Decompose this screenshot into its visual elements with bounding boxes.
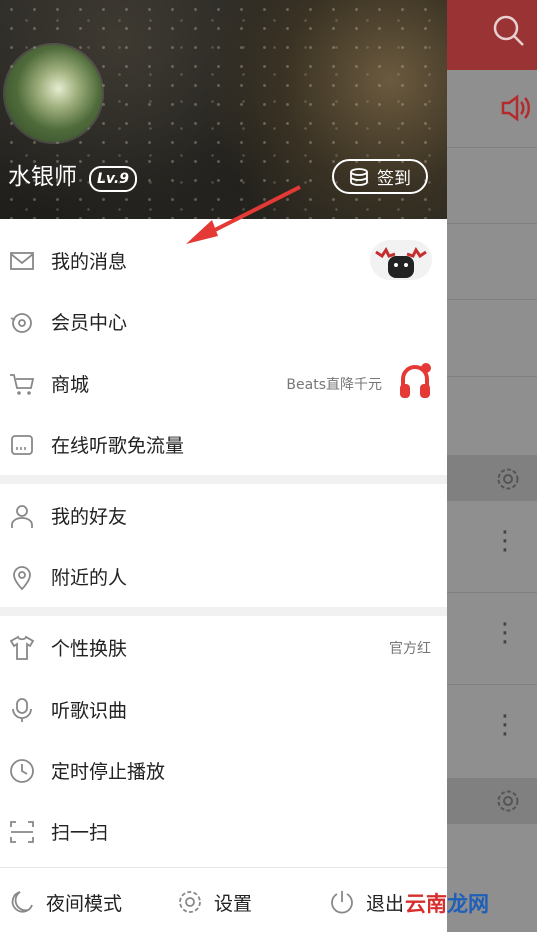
coins-icon	[350, 167, 368, 186]
bottom-bar: 夜间模式 设置 退出	[0, 872, 447, 932]
bg-divider	[447, 592, 537, 593]
more-icon[interactable]: ⋮	[492, 620, 518, 656]
message-mascot-badge[interactable]	[370, 240, 432, 280]
menu-item-label: 会员中心	[51, 312, 128, 334]
bg-divider	[447, 376, 537, 377]
settings-button[interactable]: 设置	[176, 888, 252, 916]
section-separator	[0, 475, 447, 484]
cart-icon	[10, 373, 35, 395]
menu-item-label: 个性换肤	[51, 638, 128, 660]
gear-icon[interactable]	[495, 466, 521, 492]
bg-section-header	[447, 455, 537, 501]
gear-icon[interactable]	[495, 788, 521, 814]
menu-item-label: 附近的人	[51, 567, 128, 589]
menu-item-label: 在线听歌免流量	[51, 435, 185, 457]
night-mode-label: 夜间模式	[46, 892, 123, 915]
profile-header: 水银师 Lv.9 签到	[0, 0, 447, 219]
exit-label: 退出	[366, 892, 405, 915]
location-pin-icon	[13, 565, 31, 590]
moose-mascot-icon	[375, 247, 427, 278]
bg-divider	[447, 147, 537, 148]
mail-icon	[10, 251, 34, 270]
store-promo-text: Beats直降千元	[286, 376, 382, 393]
menu-item-scan[interactable]: 扫一扫	[0, 801, 447, 862]
scan-icon	[10, 820, 34, 843]
menu-item-label: 扫一扫	[51, 822, 109, 844]
menu-item-store[interactable]: 商城 Beats直降千元	[0, 353, 447, 414]
tshirt-icon	[9, 635, 35, 660]
headphones-icon	[400, 363, 431, 398]
menu-item-label: 我的消息	[51, 251, 128, 273]
more-icon[interactable]: ⋮	[492, 528, 518, 564]
theme-current-value: 官方红	[389, 640, 431, 657]
bg-divider	[447, 299, 537, 300]
checkin-button[interactable]: 签到	[332, 159, 428, 194]
menu-item-nearby[interactable]: 附近的人	[0, 546, 447, 607]
avatar[interactable]	[5, 45, 102, 142]
bottom-divider	[0, 867, 447, 868]
menu-item-label: 我的好友	[51, 506, 128, 528]
watermark-part2: 龙网	[447, 892, 489, 916]
username[interactable]: 水银师	[8, 160, 77, 194]
menu-item-theme[interactable]: 个性换肤 官方红	[0, 617, 447, 678]
night-mode-button[interactable]: 夜间模式	[8, 888, 122, 916]
vip-disc-icon	[10, 312, 32, 333]
settings-label: 设置	[214, 892, 253, 915]
menu-item-label: 定时停止播放	[51, 761, 166, 783]
menu-item-song-recognition[interactable]: 听歌识曲	[0, 679, 447, 740]
power-icon	[331, 891, 353, 914]
speaker-icon[interactable]	[500, 94, 532, 122]
mic-icon	[12, 697, 32, 722]
watermark-part1: 云南	[405, 892, 447, 916]
menu-item-free-data[interactable]: 在线听歌免流量	[0, 414, 447, 475]
menu-item-label: 商城	[51, 374, 90, 396]
exit-button[interactable]: 退出	[328, 888, 404, 916]
bg-section-header	[447, 778, 537, 824]
menu-item-sleep-timer[interactable]: 定时停止播放	[0, 740, 447, 801]
more-icon[interactable]: ⋮	[492, 712, 518, 748]
section-separator	[0, 607, 447, 616]
checkin-label: 签到	[377, 169, 411, 189]
bg-divider	[447, 684, 537, 685]
person-icon	[11, 504, 33, 528]
watermark: 云南龙网	[405, 888, 489, 918]
menu-item-label: 听歌识曲	[51, 700, 128, 722]
clock-icon	[10, 758, 34, 783]
bg-divider	[447, 223, 537, 224]
moon-icon	[11, 891, 33, 913]
level-badge: Lv.9	[89, 166, 137, 192]
menu-item-friends[interactable]: 我的好友	[0, 485, 447, 546]
menu-item-vip-center[interactable]: 会员中心	[0, 291, 447, 352]
side-drawer: 水银师 Lv.9 签到 我的消息 会员中心 商城 Beats直降千元 在线听歌免…	[0, 0, 447, 932]
search-icon[interactable]	[490, 12, 526, 48]
gear-icon	[179, 891, 201, 913]
sim-card-icon	[11, 434, 33, 455]
